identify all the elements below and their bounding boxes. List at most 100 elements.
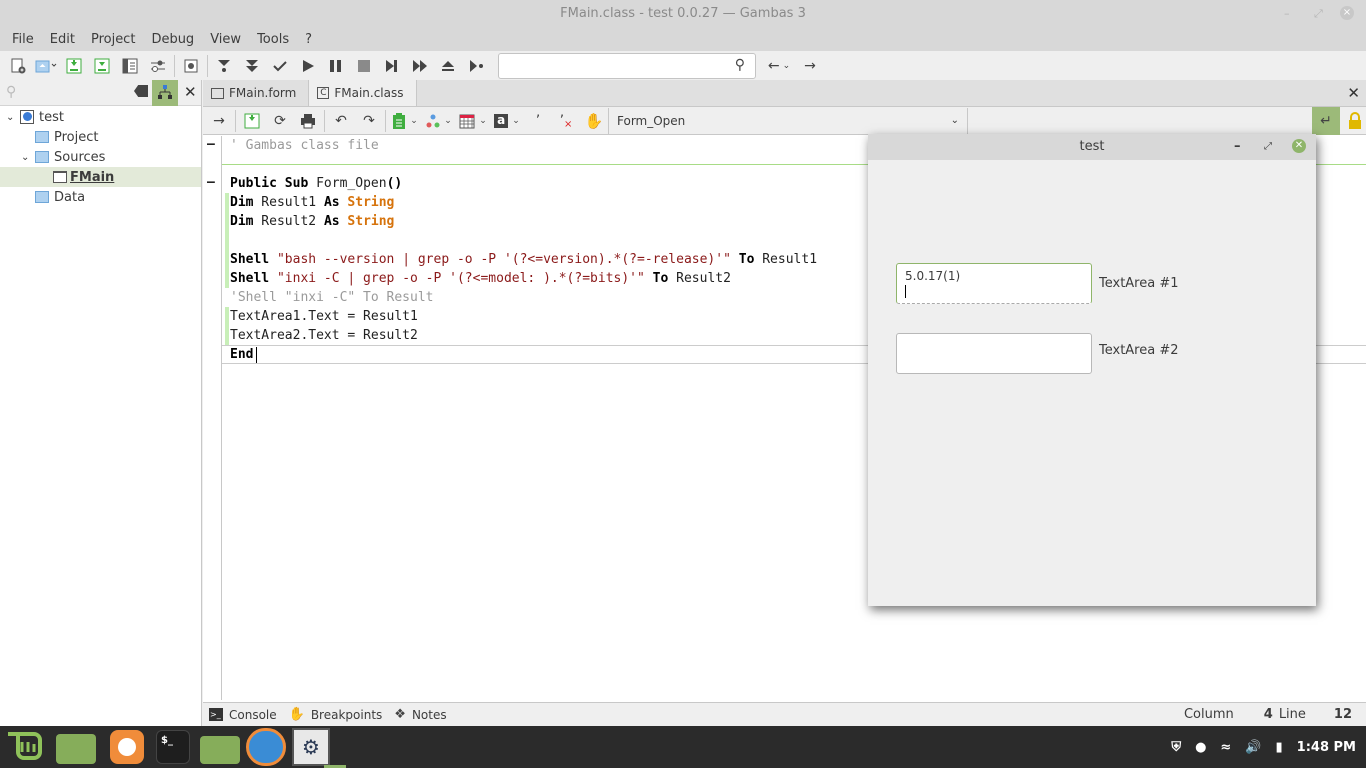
- window-titlebar: FMain.class - test 0.0.27 — Gambas 3 – ⤢…: [0, 0, 1366, 27]
- clear-filter-icon[interactable]: [134, 85, 148, 97]
- check-icon[interactable]: [266, 54, 294, 78]
- step-forward-icon[interactable]: [378, 54, 406, 78]
- back-button[interactable]: ← ⌄: [762, 54, 796, 78]
- word-wrap-toggle[interactable]: ↵: [1312, 107, 1340, 135]
- reload-icon[interactable]: ⟳: [266, 109, 294, 133]
- search-input[interactable]: ⚲: [498, 52, 756, 79]
- tab-fmain-form[interactable]: FMain.form: [203, 80, 310, 106]
- comment-icon[interactable]: ’: [524, 109, 552, 133]
- minimize-button[interactable]: –: [1284, 0, 1290, 27]
- pause-icon[interactable]: [322, 54, 350, 78]
- show-desktop-button[interactable]: [56, 734, 96, 764]
- clipboard-menu[interactable]: ⌄: [388, 109, 422, 133]
- breakpoints-tab[interactable]: ✋ Breakpoints: [289, 707, 383, 722]
- search-icon: ⚲: [734, 56, 745, 73]
- run-to-cursor-icon[interactable]: [462, 54, 490, 78]
- volume-icon[interactable]: 🔊: [1245, 740, 1261, 755]
- filter-search-icon[interactable]: ⚲: [6, 84, 16, 100]
- toolbar-separator: [235, 109, 236, 132]
- close-tab-icon[interactable]: ✕: [1347, 84, 1360, 102]
- notes-tab[interactable]: ❖ Notes: [394, 707, 446, 722]
- tree-item-label: test: [39, 109, 64, 125]
- save-icon[interactable]: [60, 54, 88, 78]
- undo-icon[interactable]: ↶: [327, 109, 355, 133]
- editor-toolbar: → ⟳ ↶ ↷ ⌄ ⌄ ⌄ a ⌄ ’ ’ × ✋ Form_Open ⌄ ↵: [203, 107, 1366, 135]
- mint-menu-button[interactable]: [4, 730, 46, 764]
- tree-view-toggle[interactable]: [152, 80, 178, 106]
- menu-project[interactable]: Project: [83, 32, 143, 47]
- save-icon[interactable]: [238, 109, 266, 133]
- eject-icon[interactable]: [434, 54, 462, 78]
- menu-help[interactable]: ?: [297, 32, 320, 47]
- properties-icon[interactable]: [116, 54, 144, 78]
- menu-file[interactable]: File: [4, 32, 42, 47]
- textarea-1[interactable]: 5.0.17(1): [896, 263, 1092, 304]
- stop-icon[interactable]: [350, 54, 378, 78]
- wifi-icon[interactable]: ≈: [1220, 740, 1231, 755]
- menu-tools[interactable]: Tools: [249, 32, 297, 47]
- menu-view[interactable]: View: [202, 32, 249, 47]
- save-all-icon[interactable]: [88, 54, 116, 78]
- tab-fmain-class[interactable]: C FMain.class: [309, 80, 417, 106]
- print-icon[interactable]: [294, 109, 322, 133]
- calendar-menu[interactable]: ⌄: [456, 109, 490, 133]
- text-cursor: [905, 285, 906, 298]
- fold-marker[interactable]: —: [207, 175, 215, 190]
- tree-item-test[interactable]: ⌄ test: [0, 107, 201, 127]
- code-line: TextArea1.Text = Result1: [230, 309, 418, 324]
- lock-icon[interactable]: [1348, 112, 1362, 134]
- step-over-icon[interactable]: [238, 54, 266, 78]
- hierarchy-icon: [158, 85, 172, 99]
- color-menu[interactable]: ⌄: [422, 109, 456, 133]
- close-panel-icon[interactable]: ✕: [184, 83, 197, 101]
- files-launcher[interactable]: [200, 736, 240, 764]
- compile-icon[interactable]: [177, 54, 205, 78]
- gambas-project-icon: [20, 110, 34, 124]
- font-menu[interactable]: a ⌄: [490, 109, 524, 133]
- breakpoint-icon[interactable]: ✋: [580, 109, 608, 133]
- forward-button[interactable]: →: [796, 54, 824, 78]
- tree-item-sources[interactable]: ⌄ Sources: [0, 147, 201, 167]
- procedure-select[interactable]: Form_Open ⌄: [608, 107, 968, 134]
- minimize-button[interactable]: –: [1234, 134, 1241, 160]
- textarea-2[interactable]: [896, 333, 1092, 374]
- menu-debug[interactable]: Debug: [143, 32, 202, 47]
- tree-item-project[interactable]: Project: [0, 127, 201, 147]
- chevron-down-icon: ⌄: [782, 60, 791, 71]
- breakpoints-label: Breakpoints: [310, 707, 383, 722]
- tree-item-fmain[interactable]: FMain: [0, 167, 201, 187]
- console-label: Console: [229, 707, 277, 722]
- fast-forward-icon[interactable]: [406, 54, 434, 78]
- user-icon[interactable]: ●: [1195, 740, 1206, 755]
- new-file-icon[interactable]: [4, 54, 32, 78]
- maximize-button[interactable]: ⤢: [1264, 134, 1272, 160]
- redo-icon[interactable]: ↷: [355, 109, 383, 133]
- chevron-down-icon[interactable]: ⌄: [6, 112, 20, 123]
- menu-edit[interactable]: Edit: [42, 32, 83, 47]
- battery-icon[interactable]: ▮: [1276, 740, 1283, 755]
- terminal-launcher[interactable]: $_: [156, 730, 190, 764]
- run-icon[interactable]: [294, 54, 322, 78]
- clock[interactable]: 1:48 PM: [1297, 740, 1356, 755]
- gambas-launcher[interactable]: [246, 728, 286, 766]
- firefox-launcher[interactable]: [110, 730, 144, 764]
- form-icon: [211, 87, 224, 99]
- console-tab[interactable]: >_ Console: [209, 708, 277, 722]
- open-project-icon[interactable]: [32, 54, 60, 78]
- fold-marker[interactable]: —: [207, 137, 215, 152]
- chevron-down-icon[interactable]: ⌄: [21, 152, 35, 163]
- goto-icon[interactable]: →: [205, 109, 233, 133]
- settings-icon[interactable]: [144, 54, 172, 78]
- shield-icon[interactable]: ⛨: [1171, 740, 1181, 755]
- settings-launcher[interactable]: ⚙: [292, 728, 330, 766]
- modified-marker: [225, 307, 229, 345]
- tree-item-label: Data: [54, 189, 86, 205]
- close-button[interactable]: ✕: [1292, 139, 1306, 153]
- back-arrow-icon: ←: [767, 57, 780, 74]
- tree-item-data[interactable]: Data: [0, 187, 201, 207]
- close-button[interactable]: ×: [1340, 6, 1354, 20]
- maximize-button[interactable]: ⤢: [1314, 0, 1323, 27]
- uncomment-icon[interactable]: ’ ×: [552, 109, 580, 133]
- step-into-icon[interactable]: [210, 54, 238, 78]
- test-app-titlebar[interactable]: test – ⤢ ✕: [868, 134, 1316, 160]
